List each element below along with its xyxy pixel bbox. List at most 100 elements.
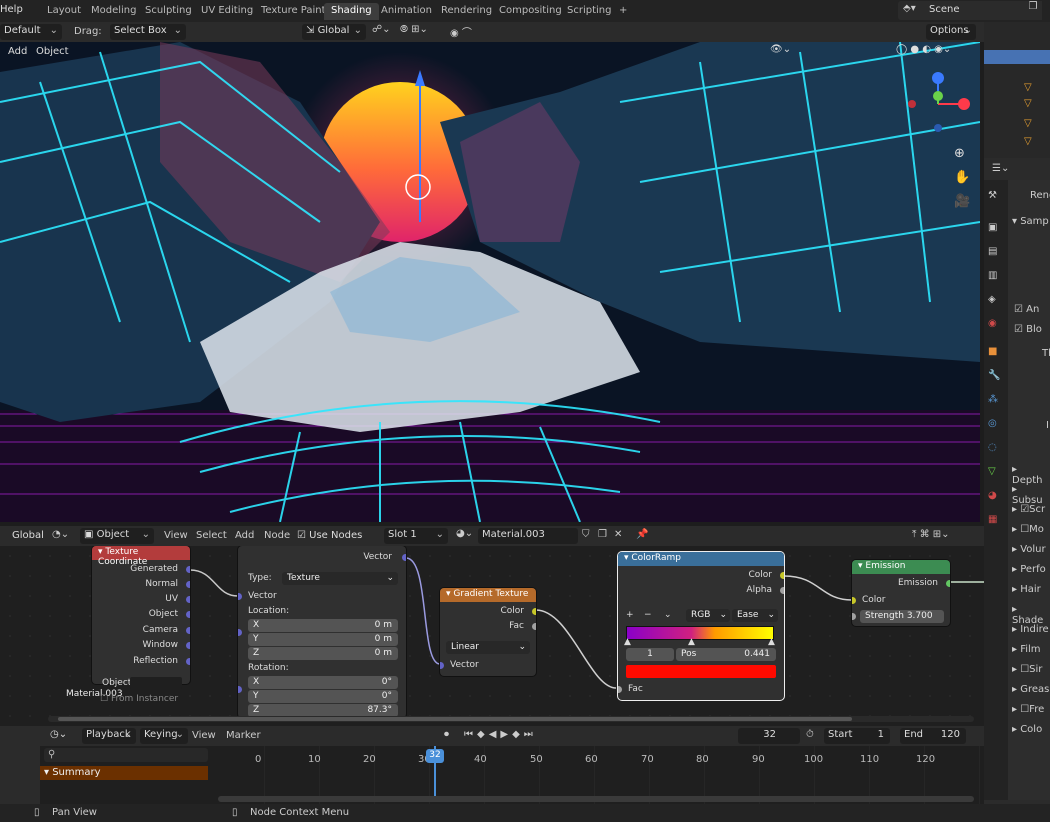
tab-texture-paint[interactable]: Texture Paint <box>254 3 333 20</box>
socket-reflection[interactable] <box>186 658 190 665</box>
interpolation-dropdown[interactable]: Linear ⌄ <box>446 641 530 654</box>
socket-gradient-fac[interactable] <box>532 623 536 630</box>
node-editor[interactable]: ▾ Texture Coordinate Generated Normal UV… <box>0 546 984 726</box>
playback-controls[interactable]: ⏮◆◀▶◆⏭ <box>464 729 537 740</box>
texture-coordinate-node[interactable]: ▾ Texture Coordinate Generated Normal UV… <box>92 546 190 684</box>
emission-node[interactable]: ▾ Emission Emission Color Strength 3.700 <box>852 560 950 626</box>
object-type-dropdown[interactable]: ▣ Object ⌄ <box>80 528 154 544</box>
tab-animation[interactable]: Animation <box>374 3 439 20</box>
keying-dropdown[interactable]: Keying ⌄ <box>140 728 188 744</box>
tab-compositing[interactable]: Compositing <box>492 3 569 20</box>
pivot-icon[interactable]: ☍⌄ <box>372 24 391 35</box>
interp-dropdown[interactable]: Ease ⌄ <box>732 609 778 622</box>
slot-dropdown[interactable]: Slot 1 ⌄ <box>384 528 448 544</box>
tab-uv-editing[interactable]: UV Editing <box>194 3 260 20</box>
menu-add[interactable]: Add <box>235 530 254 541</box>
tab-layout[interactable]: Layout <box>40 3 88 20</box>
timeline-scrollbar[interactable] <box>218 796 974 802</box>
remove-stop-button[interactable]: − <box>644 610 652 620</box>
unlink-icon[interactable]: ✕ <box>614 529 622 540</box>
colorramp-node[interactable]: ▾ ColorRamp Color Alpha + − ⌄ RGB ⌄ Ease ⌄… <box>618 552 784 700</box>
timeline-search[interactable]: ⚲ <box>44 748 208 762</box>
menu-select[interactable]: Select <box>196 530 227 541</box>
hair-panel[interactable]: ▸ Hair <box>1012 584 1041 595</box>
tab-shading[interactable]: Shading <box>324 3 379 20</box>
socket-colorramp-fac[interactable] <box>618 686 622 693</box>
visibility-icon[interactable]: 👁⌄ <box>770 44 791 55</box>
shadows-panel[interactable]: ▸ Shade <box>1012 604 1050 626</box>
snap-node-icon[interactable]: ⤒ ⌘ ⊞⌄ <box>912 529 950 540</box>
material-browse-icon[interactable]: ◕⌄ <box>456 528 473 539</box>
fake-user-icon[interactable]: ⛉ <box>582 529 590 540</box>
socket-colorramp-color[interactable] <box>780 572 784 579</box>
data-tab-icon[interactable]: ▽ <box>988 466 1004 482</box>
color-ramp-bar[interactable] <box>626 626 774 640</box>
summary-row[interactable]: ▾ Summary <box>40 766 208 780</box>
gradient-texture-node[interactable]: ▾ Gradient Texture Color Fac Linear ⌄ Vec… <box>440 588 536 676</box>
color-management-panel[interactable]: ▸ Colo <box>1012 724 1042 735</box>
stop-color-swatch[interactable] <box>626 665 776 678</box>
material-tab-icon[interactable]: ◕ <box>988 490 1004 506</box>
outliner[interactable]: ▽ ▽ ▽ ▽ <box>984 22 1050 158</box>
tab-sculpting[interactable]: Sculpting <box>138 3 199 20</box>
outliner-selected-row[interactable] <box>984 50 1050 64</box>
rotation-y-field[interactable]: Y 0° <box>248 690 398 703</box>
playback-dropdown[interactable]: Playback ⌄ <box>82 728 136 744</box>
zoom-icon[interactable]: ⊕ <box>954 146 965 161</box>
stop-handle-0[interactable]: ▲ <box>624 637 631 647</box>
select-box-dropdown[interactable]: Select Box ⌄ <box>110 24 186 40</box>
stop-position-field[interactable]: Pos 0.441 <box>676 648 776 661</box>
editor-type-icon[interactable]: ◷⌄ <box>50 729 67 740</box>
socket-gradient-color[interactable] <box>532 608 536 615</box>
socket-window[interactable] <box>186 642 190 649</box>
menu-help[interactable]: Help <box>0 4 23 15</box>
playhead-frame[interactable]: 32 <box>426 749 444 763</box>
tab-rendering[interactable]: Rendering <box>434 3 499 20</box>
socket-mapping-out[interactable] <box>402 554 406 561</box>
current-frame-field[interactable]: 32 <box>738 728 800 744</box>
timeline[interactable]: ⚲ ▾ Summary 0 10 20 30 40 50 60 70 80 90… <box>40 746 984 804</box>
stop-handle-1[interactable]: ▲ <box>688 637 695 647</box>
3d-viewport[interactable]: Add Object 👁⌄ ◯ ● ◐ ◉⌄ ⊕ ✋ 🎥 <box>0 42 980 522</box>
scene-selector[interactable]: ⬘▾ Scene <box>898 1 1028 20</box>
stop-handle-2[interactable]: ▲ <box>768 637 775 647</box>
scrollbar-thumb[interactable] <box>58 717 852 721</box>
socket-location-in[interactable] <box>238 629 242 636</box>
start-frame-field[interactable]: Start 1 <box>824 728 890 744</box>
volumetrics-panel[interactable]: ▸ Volur <box>1012 544 1046 555</box>
texture-tab-icon[interactable]: ▦ <box>988 514 1004 530</box>
view-layer-tab-icon[interactable]: ▥ <box>988 270 1004 286</box>
pivot-label[interactable]: Global <box>12 530 44 541</box>
strength-field[interactable]: Strength 3.700 <box>860 610 944 623</box>
location-y-field[interactable]: Y 0 m <box>248 633 398 646</box>
copy-scene-icon[interactable]: ❐ <box>1024 1 1042 20</box>
socket-rotation-in[interactable] <box>238 686 242 693</box>
menu-add[interactable]: Add <box>8 46 27 57</box>
socket-emission-strength[interactable] <box>852 613 856 620</box>
menu-view[interactable]: View <box>192 730 216 741</box>
mapping-node[interactable]: Vector Type: Texture ⌄ Vector Location: X… <box>238 546 406 718</box>
socket-normal[interactable] <box>186 581 190 588</box>
indirect-panel[interactable]: ▸ Indire <box>1012 624 1049 635</box>
stop-index-field[interactable]: 1 <box>626 648 674 661</box>
output-tab-icon[interactable]: ▤ <box>988 246 1004 262</box>
timer-icon[interactable]: ⏱ <box>806 729 814 740</box>
menu-marker[interactable]: Marker <box>226 730 261 741</box>
freestyle-panel[interactable]: ▸ ☐Fre <box>1012 704 1044 715</box>
tool-tab-icon[interactable]: ⚒ <box>988 190 1004 206</box>
record-icon[interactable]: ⏺ <box>444 729 449 740</box>
socket-gradient-vector[interactable] <box>440 662 444 669</box>
end-frame-field[interactable]: End 120 <box>900 728 966 744</box>
socket-mapping-in[interactable] <box>238 593 242 600</box>
camera-view-icon[interactable]: 🎥 <box>954 194 970 209</box>
menu-view[interactable]: View <box>164 530 188 541</box>
world-tab-icon[interactable]: ◉ <box>988 318 1004 334</box>
performance-panel[interactable]: ▸ Perfo <box>1012 564 1046 575</box>
menu-object[interactable]: Object <box>36 46 69 57</box>
ssr-panel[interactable]: ▸ ☑Scr <box>1012 504 1045 515</box>
menu-node[interactable]: Node <box>264 530 290 541</box>
render-tab-icon[interactable]: ▣ <box>988 222 1004 238</box>
socket-generated[interactable] <box>186 566 190 573</box>
add-workspace-button[interactable]: + <box>612 3 634 20</box>
color-mode-dropdown[interactable]: RGB ⌄ <box>686 609 730 622</box>
